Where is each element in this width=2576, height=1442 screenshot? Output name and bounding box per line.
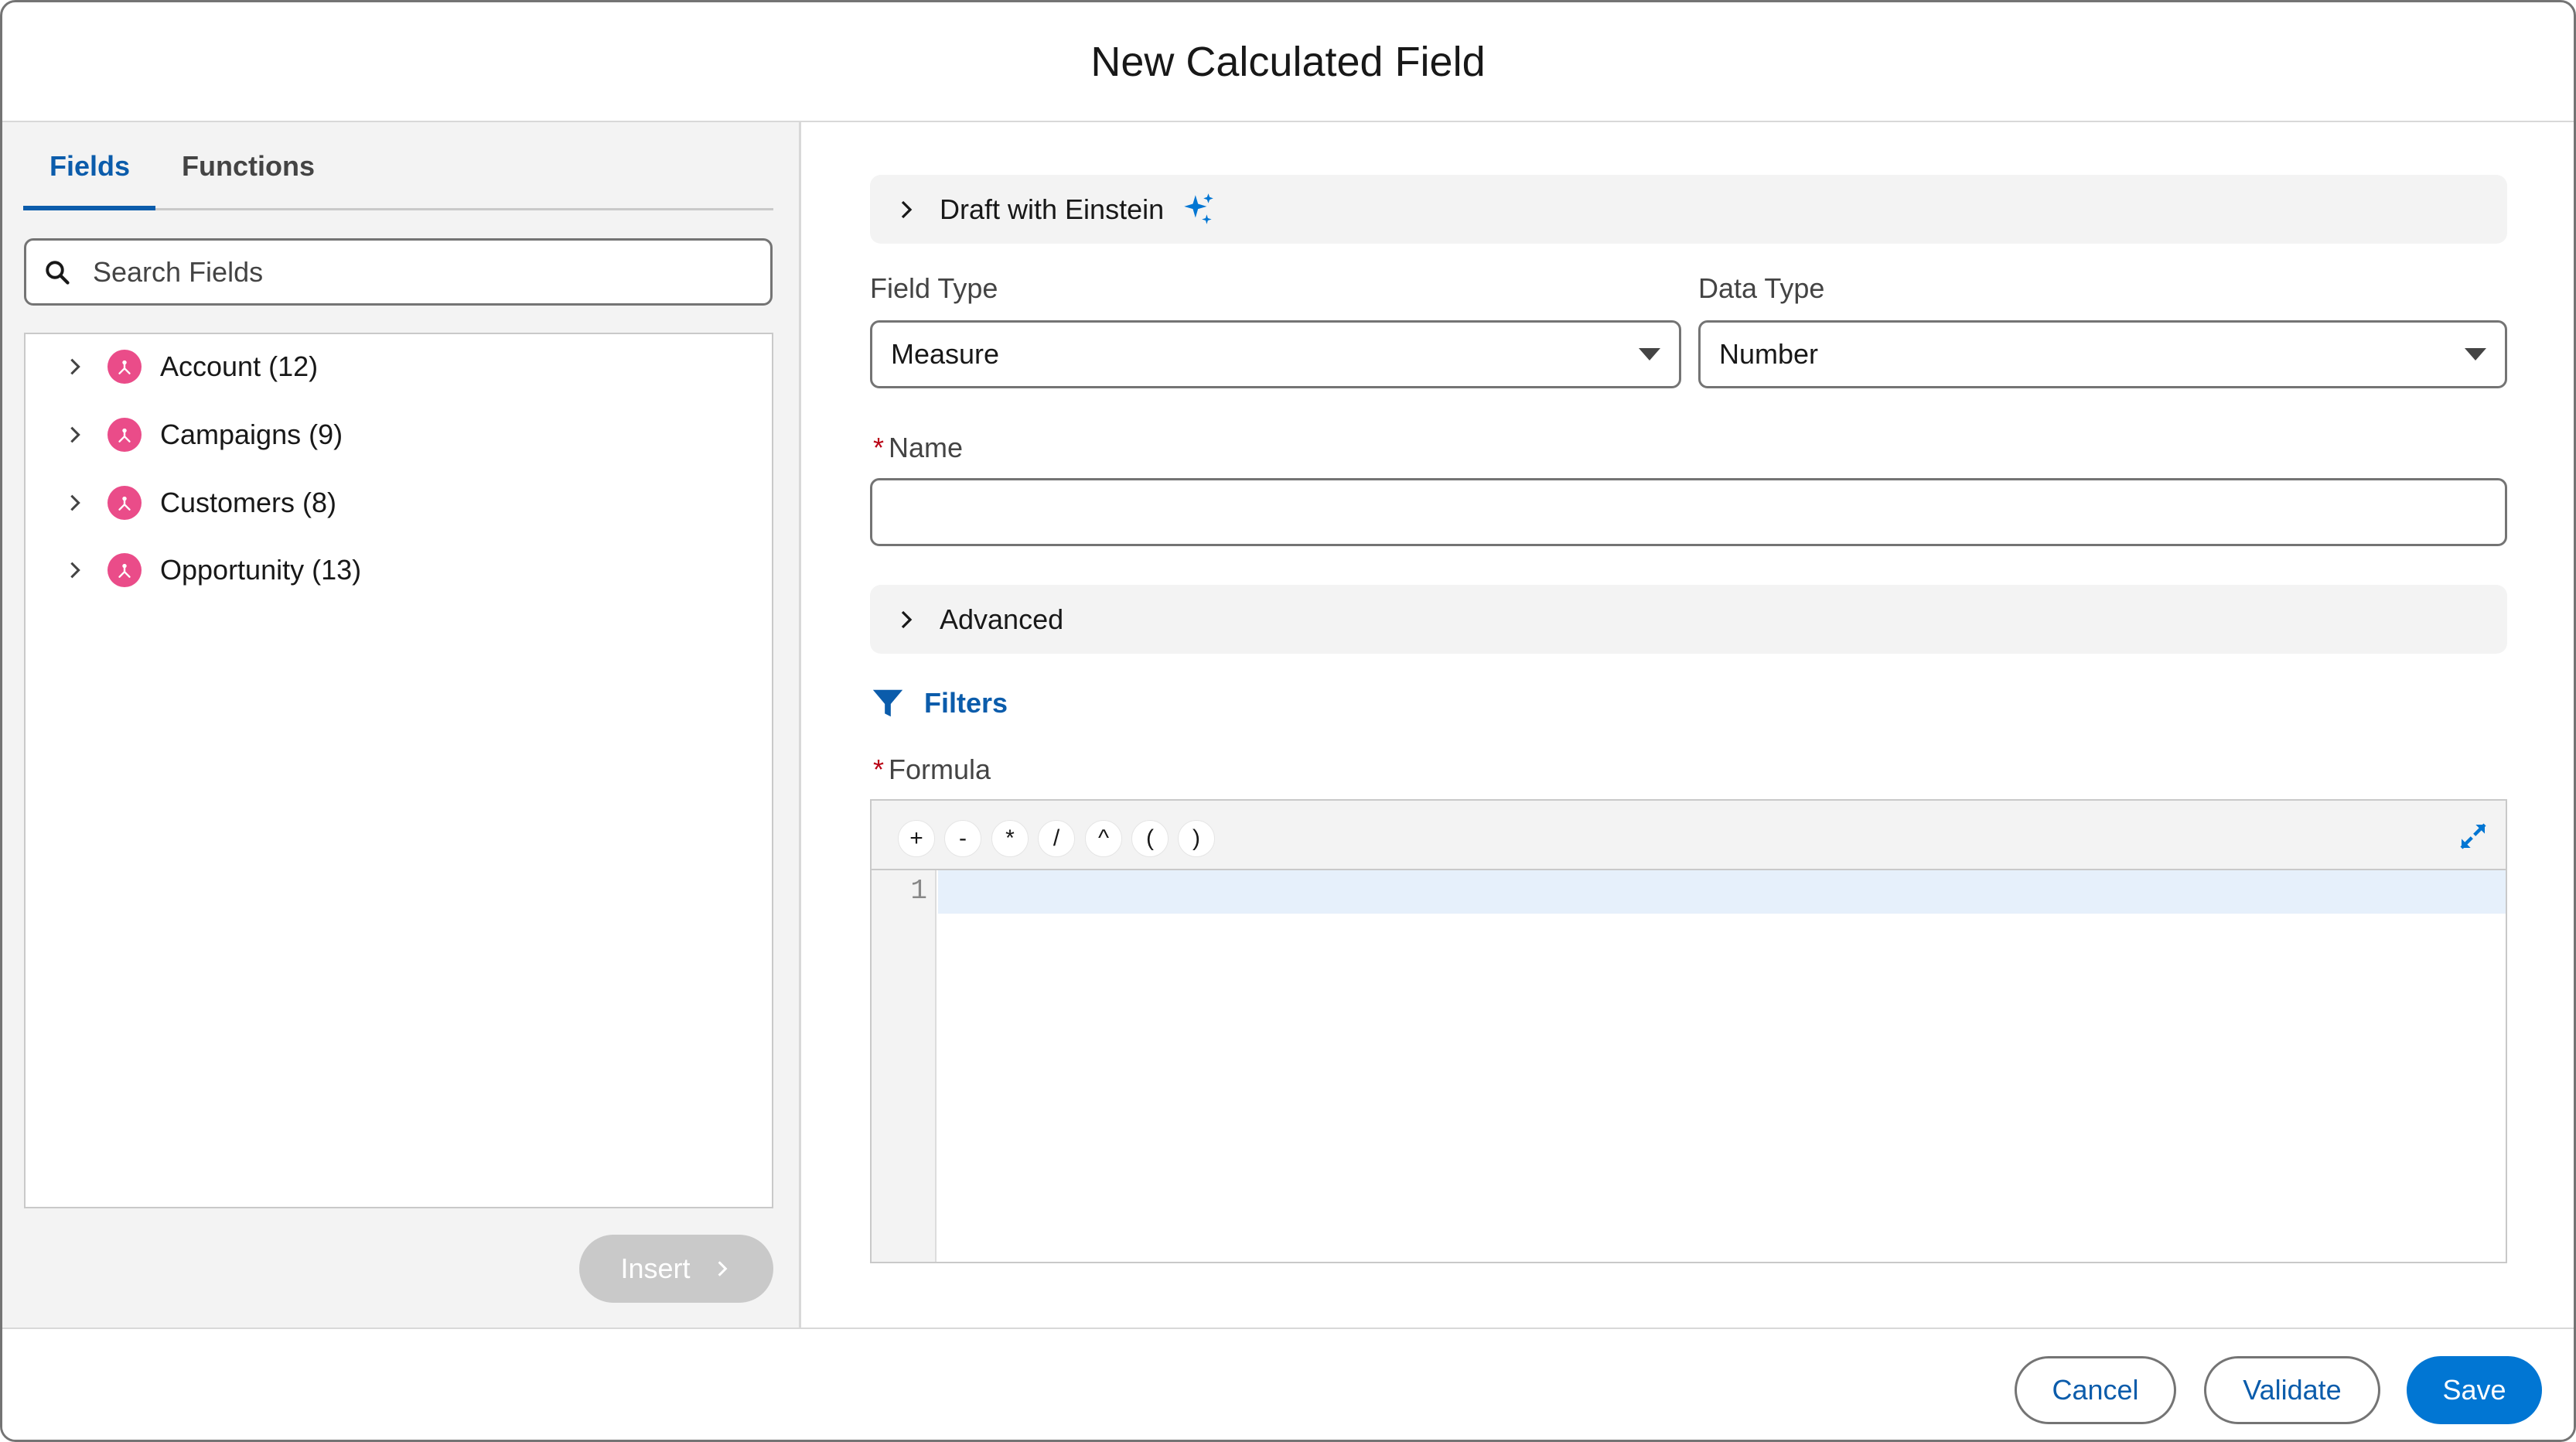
einstein-draft-label: Draft with Einstein (940, 193, 1165, 225)
data-type-value: Number (1719, 338, 1819, 370)
modal-header: New Calculated Field (2, 2, 2574, 122)
search-box (24, 238, 773, 306)
operator-multiply-button[interactable]: * (991, 820, 1029, 857)
operator-plus-button[interactable]: + (898, 820, 935, 857)
caret-down-icon (2465, 348, 2486, 360)
chevron-right-icon (901, 610, 913, 628)
advanced-label: Advanced (940, 603, 1064, 635)
panel-tabs: Fields Functions (23, 122, 773, 210)
modal-footer: Cancel Validate Save (2, 1328, 2574, 1440)
field-type-value: Measure (891, 338, 1000, 370)
tree-item-label: Campaigns (9) (160, 419, 343, 450)
name-label: * Name (873, 432, 963, 464)
cancel-button[interactable]: Cancel (2015, 1356, 2176, 1424)
operator-close-paren-button[interactable]: ) (1178, 820, 1215, 857)
formula-label-text: Formula (889, 753, 991, 785)
chevron-right-icon[interactable] (64, 492, 86, 514)
required-indicator: * (873, 753, 885, 785)
operator-power-button[interactable]: ^ (1085, 820, 1122, 857)
tab-fields[interactable]: Fields (49, 150, 130, 183)
object-icon (107, 553, 142, 587)
insert-label: Insert (620, 1252, 691, 1284)
operator-divide-button[interactable]: / (1038, 820, 1075, 857)
tree-item-label: Customers (8) (160, 487, 337, 518)
object-icon (107, 486, 142, 520)
name-label-text: Name (889, 432, 964, 463)
chevron-right-icon (901, 200, 913, 218)
data-type-label: Data Type (1698, 272, 1825, 304)
object-icon (107, 418, 142, 452)
field-type-label: Field Type (870, 272, 998, 304)
active-tab-indicator (23, 206, 155, 210)
sparkles-icon (1184, 193, 1213, 224)
search-fields-input[interactable] (93, 255, 727, 289)
insert-button[interactable]: Insert (579, 1235, 773, 1303)
modal-title: New Calculated Field (1090, 38, 1486, 85)
line-number-gutter: 1 (872, 870, 937, 1262)
validate-button[interactable]: Validate (2204, 1356, 2380, 1424)
field-form: Draft with Einstein Field Type Measure D… (804, 122, 2574, 1328)
required-indicator: * (873, 432, 885, 463)
data-type-select[interactable]: Number (1698, 320, 2507, 388)
tree-item-label: Opportunity (13) (160, 554, 362, 586)
field-type-select[interactable]: Measure (870, 320, 1681, 388)
tree-item-label: Account (12) (160, 350, 319, 382)
filters-label: Filters (924, 687, 1008, 719)
einstein-draft-section[interactable]: Draft with Einstein (870, 175, 2507, 244)
tree-item-customers[interactable]: Customers (8) (26, 480, 772, 526)
chevron-right-icon[interactable] (64, 356, 86, 378)
filter-icon (872, 689, 903, 717)
object-icon (107, 350, 142, 384)
expand-icon[interactable] (2458, 821, 2489, 852)
chevron-right-icon[interactable] (64, 559, 86, 581)
caret-down-icon (1639, 348, 1660, 360)
tab-functions[interactable]: Functions (182, 150, 315, 183)
operator-open-paren-button[interactable]: ( (1131, 820, 1169, 857)
formula-label: * Formula (873, 753, 991, 786)
tree-item-opportunity[interactable]: Opportunity (13) (26, 547, 772, 593)
chevron-right-icon (718, 1261, 727, 1276)
operator-minus-button[interactable]: - (944, 820, 981, 857)
fields-tree: Account (12) Campaigns (9) Customers (8) (24, 333, 773, 1208)
formula-code-area[interactable] (938, 870, 2506, 914)
advanced-section[interactable]: Advanced (870, 585, 2507, 654)
filters-button[interactable]: Filters (870, 685, 1008, 721)
tree-item-account[interactable]: Account (12) (26, 343, 772, 390)
formula-toolbar: + - * / ^ ( ) (872, 801, 2506, 870)
search-icon (46, 260, 70, 285)
formula-editor: + - * / ^ ( ) 1 (870, 799, 2507, 1263)
name-input[interactable] (870, 478, 2507, 546)
chevron-right-icon[interactable] (64, 424, 86, 446)
save-button[interactable]: Save (2407, 1356, 2542, 1424)
fields-panel: Fields Functions Account (12) (2, 122, 801, 1328)
tree-item-campaigns[interactable]: Campaigns (9) (26, 412, 772, 458)
line-number: 1 (910, 875, 927, 907)
calculated-field-modal: New Calculated Field Fields Functions Ac… (0, 0, 2576, 1442)
